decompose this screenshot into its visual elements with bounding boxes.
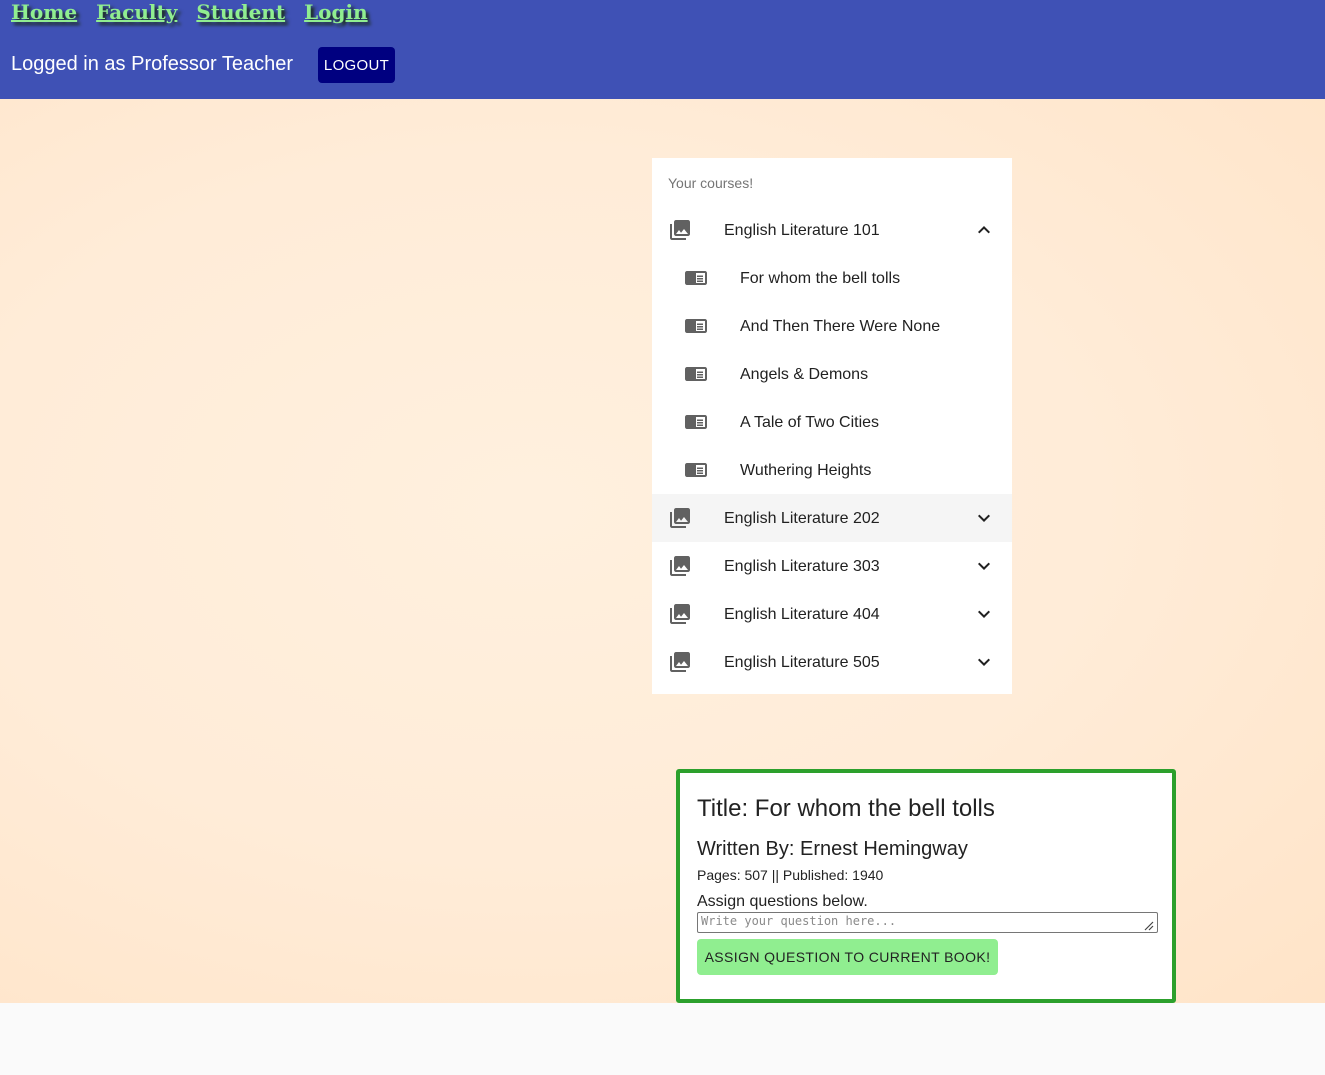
book-item[interactable]: Angels & Demons: [652, 350, 1012, 398]
courses-header: Your courses!: [668, 175, 754, 191]
assign-instructions: Assign questions below.: [697, 893, 868, 910]
book-item[interactable]: Wuthering Heights: [652, 446, 1012, 494]
chevron-up-icon[interactable]: [972, 218, 996, 242]
course-item-303[interactable]: English Literature 303: [652, 542, 1012, 590]
course-item-404[interactable]: English Literature 404: [652, 590, 1012, 638]
course-label: English Literature 202: [724, 510, 880, 527]
book-label: For whom the bell tolls: [740, 270, 901, 287]
book-label: Angels & Demons: [740, 366, 869, 383]
top-bar: Home Faculty Student Login Logged in as …: [0, 0, 1325, 99]
logout-button[interactable]: LOGOUT: [318, 47, 395, 83]
nav-faculty-link[interactable]: Faculty: [96, 0, 177, 24]
course-label: English Literature 303: [724, 558, 880, 575]
chevron-down-icon[interactable]: [972, 650, 996, 674]
book-icon: [685, 463, 707, 477]
nav-home-link[interactable]: Home: [11, 0, 77, 24]
book-title: Title: For whom the bell tolls: [697, 795, 995, 822]
book-meta: Pages: 507 || Published: 1940: [697, 867, 884, 883]
book-label: Wuthering Heights: [740, 462, 872, 479]
courses-list: Your courses! English Literature 101 For…: [652, 158, 1012, 694]
book-label: And Then There Were None: [740, 318, 941, 335]
book-item[interactable]: For whom the bell tolls: [652, 254, 1012, 302]
photo-library-icon: [670, 508, 690, 528]
photo-library-icon: [670, 604, 690, 624]
logged-in-status: Logged in as Professor Teacher: [11, 53, 294, 75]
nav-login-link[interactable]: Login: [304, 0, 368, 24]
course-label: English Literature 101: [724, 222, 880, 239]
course-item-505[interactable]: English Literature 505: [652, 638, 1012, 686]
chevron-down-icon[interactable]: [972, 554, 996, 578]
photo-library-icon: [670, 220, 690, 240]
nav-student-link[interactable]: Student: [196, 0, 285, 24]
question-input[interactable]: [697, 912, 1158, 933]
book-author: Written By: Ernest Hemingway: [697, 838, 968, 860]
book-icon: [685, 319, 707, 333]
chevron-down-icon[interactable]: [972, 506, 996, 530]
main-nav: Home Faculty Student Login: [11, 0, 368, 24]
chevron-down-icon[interactable]: [972, 602, 996, 626]
book-item[interactable]: A Tale of Two Cities: [652, 398, 1012, 446]
course-item-202[interactable]: English Literature 202: [652, 494, 1012, 542]
resize-grip-icon[interactable]: [1142, 919, 1154, 931]
book-label: A Tale of Two Cities: [740, 414, 880, 431]
photo-library-icon: [670, 556, 690, 576]
course-label: English Literature 404: [724, 606, 880, 623]
course-item-101[interactable]: English Literature 101: [652, 206, 1012, 254]
book-item[interactable]: And Then There Were None: [652, 302, 1012, 350]
course-label: English Literature 505: [724, 654, 880, 671]
book-icon: [685, 271, 707, 285]
photo-library-icon: [670, 652, 690, 672]
book-detail-card: Title: For whom the bell tolls Written B…: [676, 769, 1176, 1003]
book-icon: [685, 415, 707, 429]
book-icon: [685, 367, 707, 381]
assign-question-button[interactable]: ASSIGN QUESTION TO CURRENT BOOK!: [697, 939, 998, 975]
